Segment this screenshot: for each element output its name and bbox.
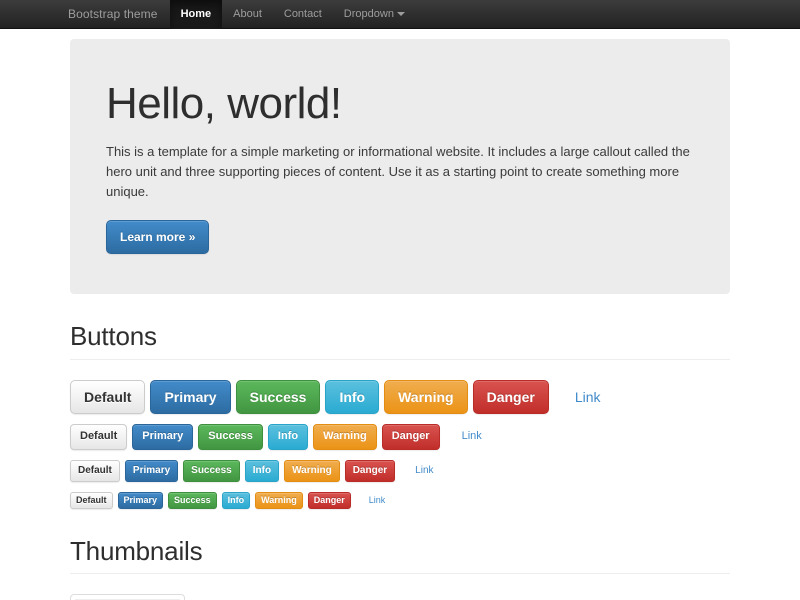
navbar-brand[interactable]: Bootstrap theme [68, 0, 170, 28]
button-row-large: Default Primary Success Info Warning Dan… [70, 380, 730, 414]
button-primary-default[interactable]: Primary [132, 424, 193, 449]
nav-link-about[interactable]: About [222, 0, 273, 29]
button-default-large[interactable]: Default [70, 380, 145, 414]
nav-link-home[interactable]: Home [170, 0, 223, 29]
thumbnails-heading: Thumbnails [70, 537, 730, 566]
buttons-heading: Buttons [70, 322, 730, 351]
button-success-small[interactable]: Success [183, 460, 240, 482]
nav-item-dropdown[interactable]: Dropdown [333, 0, 416, 28]
hero-body: This is a template for a simple marketin… [106, 142, 694, 202]
nav-item-home[interactable]: Home [170, 0, 223, 28]
button-link-extra-small[interactable]: Link [363, 492, 392, 509]
button-row-extra-small: Default Primary Success Info Warning Dan… [70, 492, 730, 509]
nav-item-about[interactable]: About [222, 0, 273, 28]
button-info-small[interactable]: Info [245, 460, 279, 482]
button-default-default[interactable]: Default [70, 424, 127, 449]
button-default-extra-small[interactable]: Default [70, 492, 113, 509]
button-info-default[interactable]: Info [268, 424, 308, 449]
button-success-large[interactable]: Success [236, 380, 321, 414]
button-danger-large[interactable]: Danger [473, 380, 549, 414]
buttons-section-header: Buttons [70, 322, 730, 360]
button-warning-extra-small[interactable]: Warning [255, 492, 303, 509]
button-link-default[interactable]: Link [452, 424, 492, 449]
button-row-small: Default Primary Success Info Warning Dan… [70, 460, 730, 482]
button-warning-large[interactable]: Warning [384, 380, 467, 414]
nav-link-contact[interactable]: Contact [273, 0, 333, 29]
button-danger-default[interactable]: Danger [382, 424, 440, 449]
button-info-large[interactable]: Info [325, 380, 379, 414]
button-warning-small[interactable]: Warning [284, 460, 340, 482]
chevron-down-icon [397, 12, 405, 16]
nav-item-contact[interactable]: Contact [273, 0, 333, 28]
button-danger-extra-small[interactable]: Danger [308, 492, 351, 509]
top-navbar: Bootstrap theme Home About Contact Dropd… [0, 0, 800, 29]
button-primary-extra-small[interactable]: Primary [118, 492, 164, 509]
button-danger-small[interactable]: Danger [345, 460, 395, 482]
button-link-small[interactable]: Link [407, 460, 441, 482]
button-warning-default[interactable]: Warning [313, 424, 377, 449]
button-info-extra-small[interactable]: Info [222, 492, 251, 509]
thumbnails-section-header: Thumbnails [70, 537, 730, 575]
button-row-default: Default Primary Success Info Warning Dan… [70, 424, 730, 449]
button-primary-small[interactable]: Primary [125, 460, 178, 482]
button-link-large[interactable]: Link [561, 380, 615, 414]
thumbnail-item[interactable]: 200x200 [70, 594, 185, 600]
nav-link-dropdown-label: Dropdown [344, 8, 394, 20]
thumbnail-row: 200x200 [70, 594, 730, 600]
button-default-small[interactable]: Default [70, 460, 120, 482]
navbar-menu: Home About Contact Dropdown [170, 0, 416, 28]
hero-title: Hello, world! [106, 81, 694, 128]
nav-link-dropdown[interactable]: Dropdown [333, 0, 416, 29]
learn-more-button[interactable]: Learn more » [106, 220, 209, 254]
button-success-default[interactable]: Success [198, 424, 263, 449]
page-container: Hello, world! This is a template for a s… [70, 39, 730, 600]
hero-jumbotron: Hello, world! This is a template for a s… [70, 39, 730, 294]
button-primary-large[interactable]: Primary [150, 380, 230, 414]
button-success-extra-small[interactable]: Success [168, 492, 217, 509]
